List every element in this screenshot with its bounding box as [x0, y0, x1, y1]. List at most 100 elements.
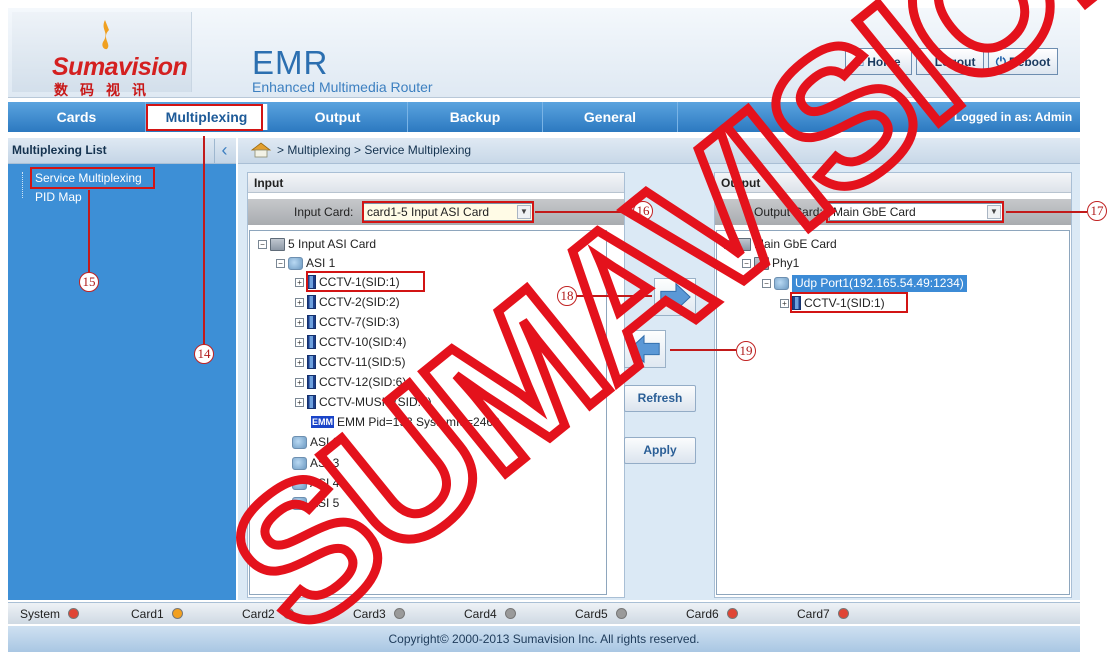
status-led-icon [68, 608, 80, 619]
tree-node-label: ASI 1 [306, 256, 336, 270]
add-service-button[interactable] [654, 278, 696, 316]
sidebar-item-pid-map[interactable]: PID Map [35, 190, 82, 204]
collapse-icon[interactable]: − [258, 239, 267, 249]
callout-15: 15 [79, 272, 99, 292]
tree-node-label: 5 Input ASI Card [288, 237, 377, 251]
reboot-button-label: Reboot [1008, 54, 1051, 69]
card-icon [270, 237, 285, 251]
apply-button[interactable]: Apply [624, 437, 696, 464]
expand-icon[interactable]: + [295, 397, 304, 407]
tab-backup[interactable]: Backup [408, 102, 543, 132]
port-icon [292, 435, 307, 449]
tree-node-asi1[interactable]: − ASI 1 [276, 254, 335, 272]
sidebar-tree-line [22, 172, 23, 198]
status-bar: System Card1 Card2 Card3 Card4 Card5 Car… [8, 602, 1080, 624]
port-icon [292, 476, 307, 490]
refresh-button[interactable]: Refresh [624, 385, 696, 412]
tree-node-service-cctv2[interactable]: + CCTV-2(SID:2) [295, 293, 400, 311]
expand-icon[interactable]: + [295, 297, 304, 307]
expand-icon[interactable]: + [295, 317, 304, 327]
tab-general[interactable]: General [543, 102, 678, 132]
status-label: Card4 [464, 606, 497, 621]
tree-node-emm[interactable]: EMM EMM Pid=193 SystemId=2460 [311, 413, 500, 431]
status-card5: Card5 [563, 607, 674, 621]
tree-node-label: ASI 4 [310, 476, 340, 490]
tree-node-label: CCTV-2(SID:2) [319, 295, 400, 309]
tree-node-service-cctv11[interactable]: + CCTV-11(SID:5) [295, 353, 405, 371]
tree-node-asi3[interactable]: ASI 3 [292, 454, 339, 472]
tree-node-label: ASI 5 [310, 496, 340, 510]
highlight-output-service [790, 292, 908, 313]
tab-cards[interactable]: Cards [8, 102, 146, 132]
callout-16: 16 [633, 201, 653, 221]
collapse-sidebar-icon[interactable]: ‹ [214, 139, 234, 163]
expand-icon[interactable]: + [295, 357, 304, 367]
collapse-icon[interactable]: − [724, 239, 733, 249]
user-icon: ● [924, 54, 932, 69]
status-label: Card1 [131, 606, 164, 621]
tree-node-service-cctv10[interactable]: + CCTV-10(SID:4) [295, 333, 406, 351]
logged-in-label: Logged in as: Admin [954, 110, 1073, 124]
tree-node-service-cctv7[interactable]: + CCTV-7(SID:3) [295, 313, 400, 331]
brand-title: EMR [252, 44, 329, 81]
logo-chinese-text: 数码视讯 [54, 82, 158, 98]
remove-service-button[interactable] [624, 330, 666, 368]
highlight-input-service [306, 271, 425, 292]
callout-line-16 [535, 211, 633, 213]
status-label: Card2 [242, 606, 275, 621]
status-led-icon [726, 608, 738, 619]
tree-node-asi2[interactable]: ASI 2 [292, 433, 339, 451]
breadcrumb-home-icon[interactable] [250, 142, 272, 158]
status-led-icon [171, 608, 183, 619]
logo-flame-icon [102, 20, 109, 50]
highlight-output-card [826, 201, 1004, 223]
footer-copyright: Copyright© 2000-2013 Sumavision Inc. All… [8, 626, 1080, 652]
callout-19: 19 [736, 341, 756, 361]
tree-node-phy1[interactable]: − Phy1 [742, 254, 799, 272]
callout-17: 17 [1087, 201, 1107, 221]
tree-node-output-root[interactable]: − Main GbE Card [724, 235, 837, 253]
collapse-icon[interactable]: − [276, 258, 285, 268]
callout-line-18 [577, 295, 652, 297]
home-button[interactable]: ⌂ Home [845, 48, 912, 75]
tree-node-label: Phy1 [772, 256, 800, 270]
expand-icon[interactable]: + [295, 337, 304, 347]
service-icon [307, 315, 316, 329]
brand-subtitle: Enhanced Multimedia Router [252, 79, 433, 95]
callout-line-19 [670, 349, 736, 351]
callout-line-15 [88, 190, 90, 272]
status-led-icon [393, 608, 405, 619]
expand-icon[interactable]: + [780, 298, 789, 308]
service-icon [307, 335, 316, 349]
tree-node-label: CCTV-MUSIC(SID:7) [319, 395, 432, 409]
service-icon [307, 355, 316, 369]
status-led-icon [837, 608, 849, 619]
status-card2: Card2 [230, 607, 341, 621]
status-card3: Card3 [341, 607, 452, 621]
status-system: System [8, 607, 119, 621]
tree-node-asi5[interactable]: ASI 5 [292, 494, 339, 512]
arrow-right-icon [660, 282, 691, 312]
service-icon [307, 295, 316, 309]
collapse-icon[interactable]: − [762, 278, 771, 288]
collapse-icon[interactable]: − [742, 258, 751, 268]
logout-button[interactable]: ● Logout [916, 48, 984, 75]
breadcrumb: > Multiplexing > Service Multiplexing [277, 143, 472, 157]
reboot-button[interactable]: ⏻ Reboot [988, 48, 1058, 75]
tree-node-service-cctv-music[interactable]: + CCTV-MUSIC(SID:7) [295, 393, 432, 411]
tab-output[interactable]: Output [268, 102, 408, 132]
tree-node-service-cctv12[interactable]: + CCTV-12(SID:6) [295, 373, 406, 391]
highlight-multiplexing-tab [146, 104, 263, 131]
sidebar-title: Multiplexing List [12, 143, 107, 157]
tree-node-udp-port1[interactable]: − Udp Port1(192.165.54.49:1234) [762, 274, 967, 292]
expand-icon[interactable]: + [295, 277, 304, 287]
highlight-service-multiplexing [30, 167, 155, 189]
expand-icon[interactable]: + [295, 377, 304, 387]
callout-14: 14 [194, 344, 214, 364]
logo-text: Sumavision [52, 53, 188, 81]
status-label: Card7 [797, 606, 830, 621]
callout-line-14 [203, 136, 205, 346]
tree-node-asi4[interactable]: ASI 4 [292, 474, 339, 492]
tree-node-input-root[interactable]: − 5 Input ASI Card [258, 235, 376, 253]
logout-button-label: Logout [934, 54, 976, 69]
